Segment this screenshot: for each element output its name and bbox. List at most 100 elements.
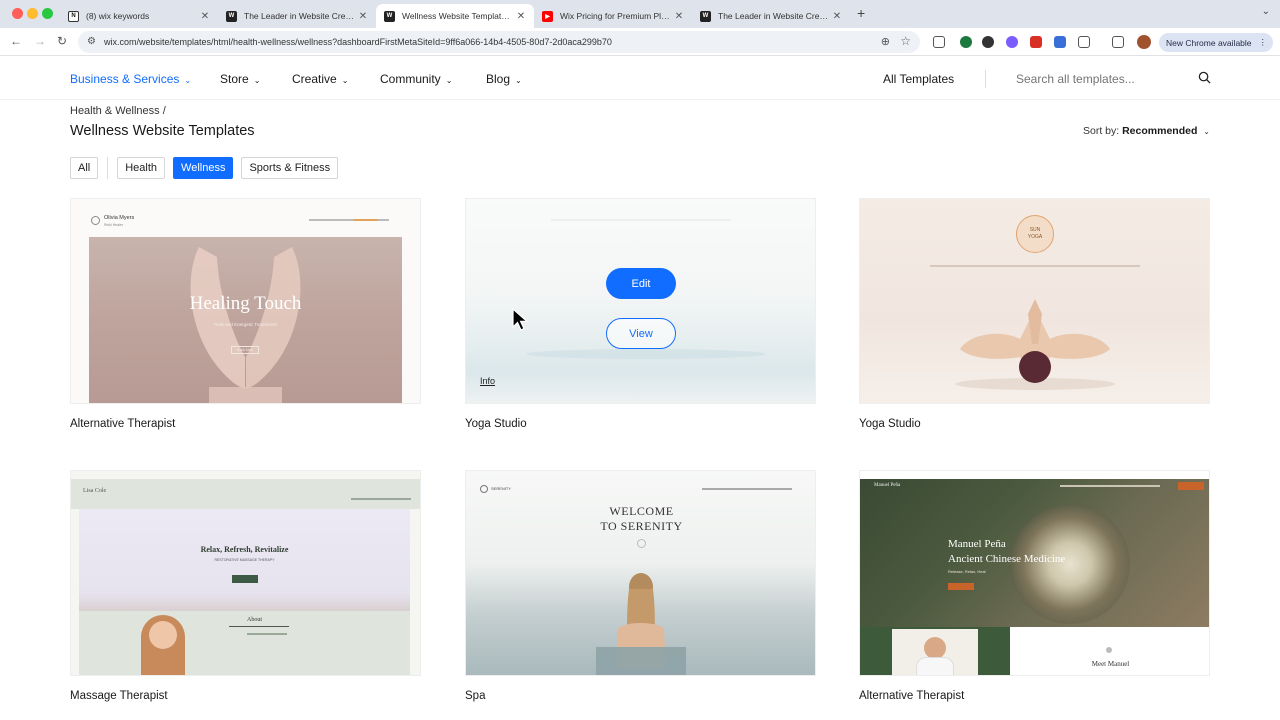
template-name[interactable]: Spa: [465, 690, 816, 702]
extension-icon[interactable]: [960, 36, 972, 48]
template-thumbnail[interactable]: Manuel Peña Manuel Peña Ancient Chinese …: [859, 470, 1210, 676]
search-templates-input[interactable]: [1016, 72, 1196, 86]
preview-brand: Olivia Myers: [104, 215, 135, 221]
preview-menu: [551, 219, 731, 221]
tab-search-icon[interactable]: ⌄: [1262, 6, 1270, 17]
preview-divider: [229, 626, 289, 627]
template-name[interactable]: Alternative Therapist: [70, 418, 421, 430]
profile-avatar[interactable]: [1137, 35, 1151, 49]
preview-headline: Healing Touch: [189, 293, 302, 314]
page-title: Wellness Website Templates: [70, 123, 255, 139]
template-thumbnail[interactable]: SERENITY WELCOME TO SERENITY: [465, 470, 816, 676]
tab-title: Wix Pricing for Premium Plans: [560, 11, 670, 21]
nav-community[interactable]: Community ⌄: [380, 72, 452, 86]
scroll-down-icon: [637, 539, 646, 548]
sort-dropdown[interactable]: Sort by: Recommended ⌄: [1083, 125, 1210, 137]
templates-nav: Business & Services ⌄ Store ⌄ Creative ⌄ Co…: [0, 57, 1280, 100]
leaf-logo-icon: [91, 216, 100, 225]
template-thumbnail[interactable]: Edit View Info: [465, 198, 816, 404]
more-menu-icon: ⋮: [1258, 37, 1268, 47]
extension-icon[interactable]: [1030, 36, 1042, 48]
site-info-icon[interactable]: ⚙: [87, 36, 96, 47]
edit-button[interactable]: Edit: [606, 268, 676, 299]
browser-tab[interactable]: ▶ Wix Pricing for Premium Plans ✕: [534, 4, 692, 28]
view-button[interactable]: View: [606, 318, 676, 349]
extensions-puzzle-icon[interactable]: [1078, 36, 1090, 48]
reading-list-icon[interactable]: [1112, 36, 1124, 48]
reload-icon[interactable]: ↻: [57, 34, 67, 48]
preview-header: Olivia Myers Reiki Healer: [71, 199, 420, 227]
preview-brand: Lisa Cole: [83, 488, 107, 494]
chevron-down-icon: ⌄: [253, 76, 261, 85]
nav-blog[interactable]: Blog ⌄: [486, 72, 522, 86]
screen-capture-icon[interactable]: [933, 36, 945, 48]
bookmark-star-icon[interactable]: ☆: [900, 34, 911, 48]
nav-store[interactable]: Store ⌄: [220, 72, 260, 86]
filter-sports-fitness[interactable]: Sports & Fitness: [241, 157, 339, 179]
chevron-down-icon: ⌄: [445, 76, 453, 85]
new-chrome-available-button[interactable]: New Chrome available ⋮: [1159, 33, 1273, 52]
close-tab-icon[interactable]: ✕: [832, 11, 842, 22]
extension-icon[interactable]: [1054, 36, 1066, 48]
template-card[interactable]: SERENITY WELCOME TO SERENITY Spa: [465, 470, 816, 702]
close-window-button[interactable]: [12, 8, 23, 19]
browser-tab[interactable]: N (8) wix keywords ✕: [60, 4, 218, 28]
preview-cta-button: [948, 583, 974, 590]
zoom-icon[interactable]: ⊕: [881, 35, 890, 48]
template-name[interactable]: Alternative Therapist: [859, 690, 1210, 702]
template-card[interactable]: Manuel Peña Manuel Peña Ancient Chinese …: [859, 470, 1210, 702]
url-text: wix.com/website/templates/html/health-we…: [104, 37, 612, 47]
nav-business-services[interactable]: Business & Services ⌄: [70, 72, 191, 86]
preview-book-button: [1178, 482, 1204, 490]
new-tab-button[interactable]: +: [857, 5, 865, 21]
preview-menu: [702, 488, 792, 490]
nav-label: Business & Services: [70, 72, 180, 86]
yoga-pose-image: [955, 299, 1115, 390]
close-tab-icon[interactable]: ✕: [674, 11, 684, 22]
extension-icon[interactable]: [1006, 36, 1018, 48]
maximize-window-button[interactable]: [42, 8, 53, 19]
preview-about-panel: [860, 627, 1010, 675]
template-thumbnail[interactable]: Olivia Myers Reiki Healer Healing Touch …: [70, 198, 421, 404]
minimize-window-button[interactable]: [27, 8, 38, 19]
all-templates-link[interactable]: All Templates: [883, 72, 954, 86]
preview-menu: [1060, 485, 1160, 487]
browser-tab[interactable]: W The Leader in Website Creation ✕: [218, 4, 376, 28]
search-icon[interactable]: [1198, 71, 1211, 84]
woman-in-water-image: [596, 573, 686, 675]
filter-all[interactable]: All: [70, 157, 99, 179]
template-name[interactable]: Massage Therapist: [70, 690, 421, 702]
close-tab-icon[interactable]: ✕: [358, 11, 368, 22]
forward-icon[interactable]: →: [34, 34, 46, 48]
template-card[interactable]: Olivia Myers Reiki Healer Healing Touch …: [70, 198, 421, 430]
template-thumbnail[interactable]: Lisa Cole Relax, Refresh, Revitalize RES…: [70, 470, 421, 676]
tab-title: Wellness Website Templates | Wix: [402, 11, 512, 21]
preview-header: Lisa Cole: [71, 479, 420, 509]
close-tab-icon[interactable]: ✕: [516, 11, 526, 22]
breadcrumb[interactable]: Health & Wellness /: [70, 105, 166, 117]
preview-menu: [930, 265, 1140, 267]
browser-tab-active[interactable]: W Wellness Website Templates | Wix ✕: [376, 4, 534, 28]
nav-creative[interactable]: Creative ⌄: [292, 72, 348, 86]
preview-hero-image: Manuel Peña Manuel Peña Ancient Chinese …: [860, 479, 1209, 627]
template-card[interactable]: SUN YOGA Yoga Studio: [859, 198, 1210, 430]
preview-brand: Manuel Peña: [874, 483, 901, 488]
info-link[interactable]: Info: [480, 376, 495, 386]
preview-portrait-shirt: [916, 657, 954, 675]
template-name[interactable]: Yoga Studio: [465, 418, 816, 430]
preview-cta-button: [232, 575, 258, 583]
template-name[interactable]: Yoga Studio: [859, 418, 1210, 430]
address-bar[interactable]: ⚙ wix.com/website/templates/html/health-…: [78, 31, 920, 53]
preview-portrait-face: [924, 637, 946, 659]
divider: [107, 157, 109, 179]
extension-icon[interactable]: [982, 36, 994, 48]
new-chrome-label: New Chrome available: [1166, 37, 1252, 48]
close-tab-icon[interactable]: ✕: [200, 11, 210, 22]
back-icon[interactable]: ←: [10, 34, 22, 48]
template-thumbnail[interactable]: SUN YOGA: [859, 198, 1210, 404]
template-card[interactable]: Lisa Cole Relax, Refresh, Revitalize RES…: [70, 470, 421, 702]
chevron-down-icon: ⌄: [515, 76, 522, 85]
browser-tab[interactable]: W The Leader in Website Creation ✕: [692, 4, 850, 28]
filter-health[interactable]: Health: [117, 157, 166, 179]
filter-wellness[interactable]: Wellness: [173, 157, 234, 179]
